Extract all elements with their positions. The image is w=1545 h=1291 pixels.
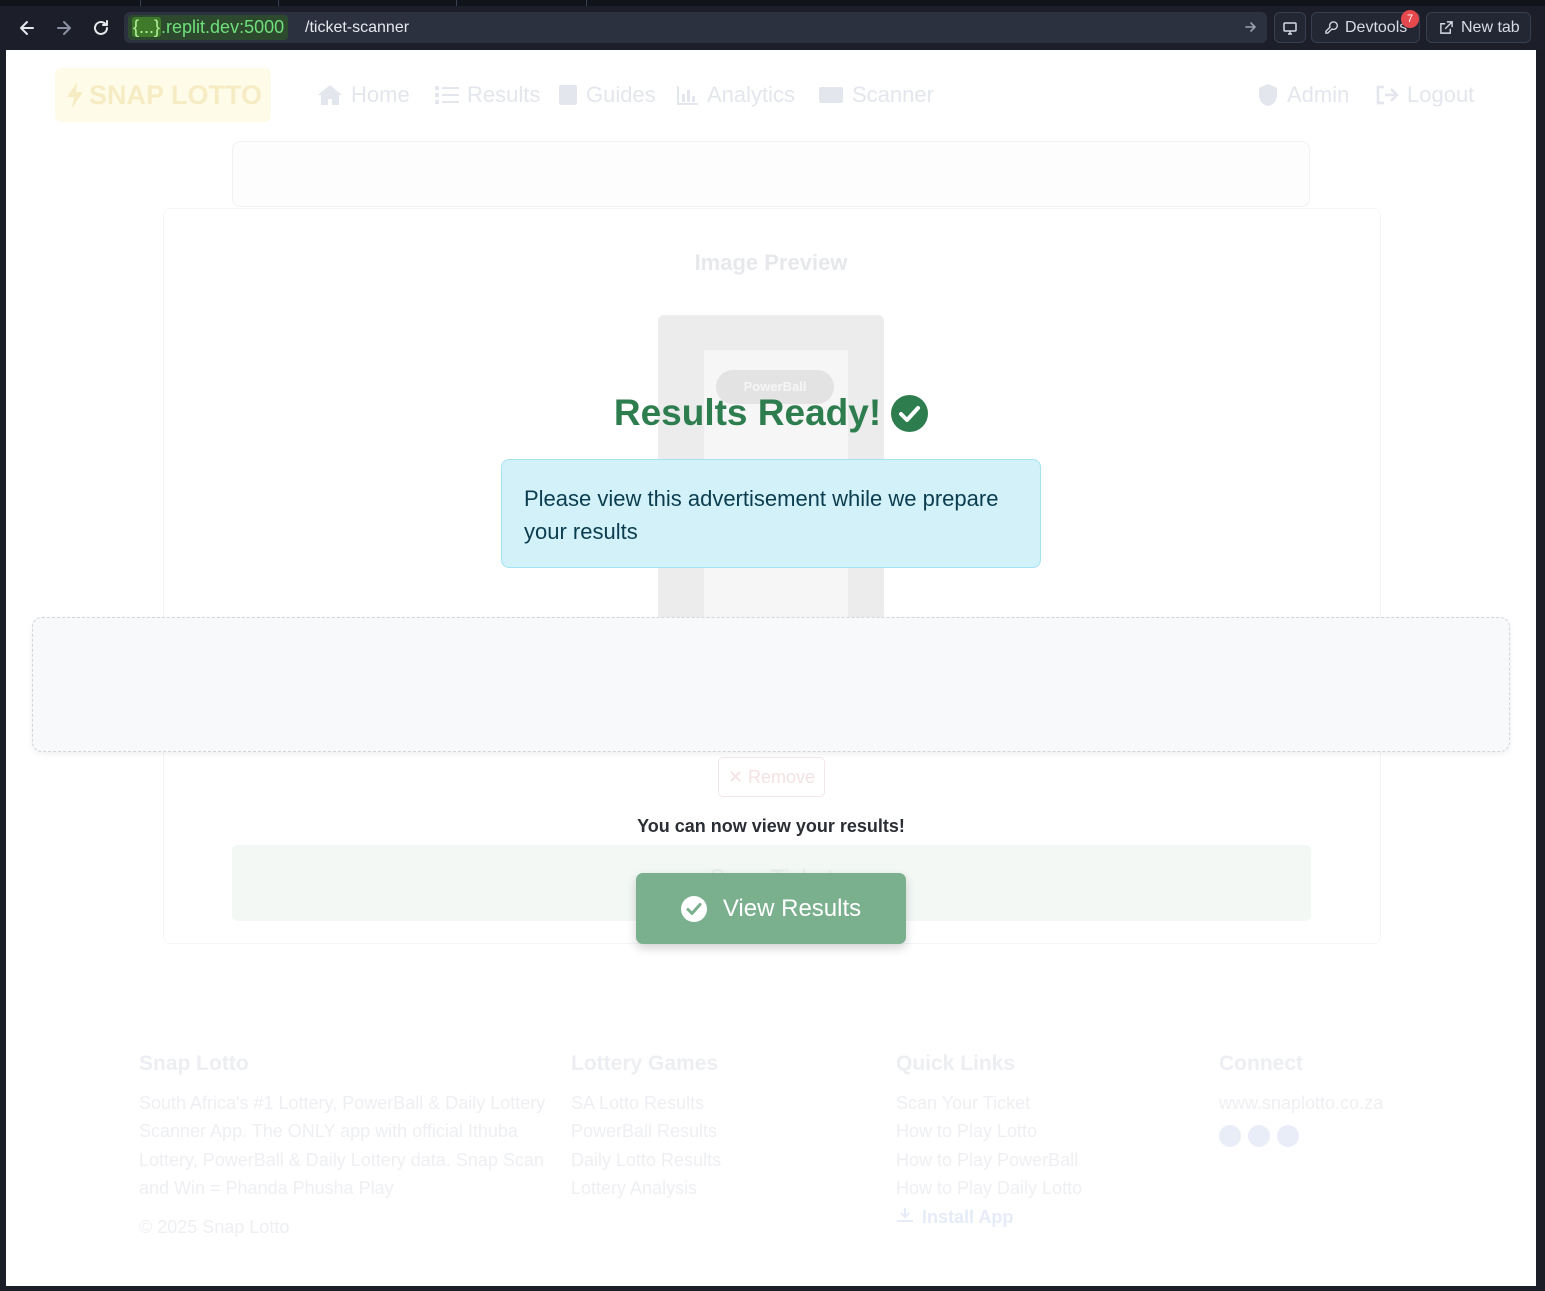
image-preview-title: Image Preview: [694, 250, 848, 275]
twitter-icon[interactable]: [1248, 1125, 1270, 1147]
nav-admin-label: Admin: [1287, 82, 1350, 107]
browser-toolbar: {...}.replit.dev:5000 /ticket-scanner De…: [0, 6, 1545, 50]
book-icon: [559, 85, 577, 105]
new-tab-button[interactable]: New tab: [1426, 12, 1531, 43]
footer-about: Snap Lotto South Africa's #1 Lottery, Po…: [139, 1050, 549, 1241]
footer-link[interactable]: How to Play Daily Lotto: [896, 1174, 1196, 1203]
nav-home[interactable]: Home: [317, 80, 410, 110]
advertisement-slot[interactable]: [32, 617, 1510, 752]
site-logo[interactable]: SNAP LOTTO: [55, 68, 271, 122]
facebook-icon[interactable]: [1219, 1125, 1241, 1147]
nav-results[interactable]: Results: [435, 80, 540, 110]
view-results-label: View Results: [722, 894, 862, 922]
external-link-icon: [1440, 21, 1453, 34]
url-path: /ticket-scanner: [305, 19, 410, 36]
bolt-icon: [67, 82, 83, 108]
info-card: [232, 141, 1310, 207]
footer-link[interactable]: How to Play PowerBall: [896, 1146, 1196, 1175]
footer-link[interactable]: Lottery Analysis: [571, 1174, 871, 1203]
install-app-label: Install App: [922, 1206, 1014, 1227]
advertisement-notice: Please view this advertisement while we …: [501, 459, 1041, 568]
results-ready-heading: Results Ready!: [6, 392, 1536, 434]
footer-quick-links: Quick Links Scan Your Ticket How to Play…: [896, 1050, 1196, 1231]
footer-connect-title: Connect: [1219, 1052, 1303, 1075]
nav-home-label: Home: [351, 82, 410, 107]
sign-out-icon: [1376, 85, 1399, 105]
remove-button[interactable]: ✕ Remove: [718, 757, 825, 797]
logo-text: SNAP LOTTO: [89, 79, 263, 110]
home-icon: [318, 85, 342, 105]
arrow-left-icon: [20, 21, 34, 35]
check-circle-icon: [680, 895, 707, 922]
url-host: {...}.replit.dev:5000: [128, 15, 289, 40]
download-icon: [897, 1207, 913, 1222]
device-preview-button[interactable]: [1274, 12, 1306, 43]
footer-link[interactable]: Scan Your Ticket: [896, 1089, 1196, 1118]
forward-button[interactable]: [51, 15, 77, 41]
chart-bar-icon: [677, 86, 698, 105]
nav-scanner-label: Scanner: [852, 82, 934, 107]
url-host-rest: .replit.dev:5000: [161, 17, 285, 37]
footer-connect: Connect www.snaplotto.co.za: [1219, 1050, 1499, 1156]
results-ready-message: You can now view your results!: [620, 801, 922, 845]
shield-icon: [1259, 84, 1277, 106]
go-arrow-icon[interactable]: [1243, 19, 1259, 35]
nav-admin[interactable]: Admin: [1257, 80, 1349, 110]
install-app-link[interactable]: Install App: [896, 1203, 1196, 1232]
footer-link[interactable]: How to Play Lotto: [896, 1117, 1196, 1146]
footer-copyright: © 2025 Snap Lotto: [139, 1216, 290, 1237]
view-results-button[interactable]: View Results: [636, 873, 906, 944]
footer-quick-title: Quick Links: [896, 1052, 1016, 1075]
nav-guides[interactable]: Guides: [558, 80, 656, 110]
footer-about-title: Snap Lotto: [139, 1052, 249, 1075]
reload-icon: [94, 20, 108, 35]
footer-link[interactable]: PowerBall Results: [571, 1117, 871, 1146]
footer-link[interactable]: Daily Lotto Results: [571, 1146, 871, 1175]
instagram-icon[interactable]: [1277, 1125, 1299, 1147]
results-ready-title: Results Ready!: [613, 392, 882, 433]
devtools-error-badge: 7: [1401, 10, 1419, 28]
check-circle-icon: [891, 394, 929, 432]
nav-logout[interactable]: Logout: [1375, 80, 1474, 110]
monitor-icon: [1283, 21, 1297, 35]
reload-button[interactable]: [88, 15, 114, 41]
nav-scanner[interactable]: Scanner: [818, 80, 934, 110]
address-bar[interactable]: {...}.replit.dev:5000 /ticket-scanner: [124, 12, 1267, 43]
nav-analytics-label: Analytics: [707, 82, 796, 107]
footer-games-title: Lottery Games: [571, 1052, 719, 1075]
devtools-button[interactable]: Devtools 7: [1311, 10, 1420, 43]
new-tab-label: New tab: [1461, 18, 1520, 36]
nav-guides-label: Guides: [586, 82, 656, 107]
arrow-right-icon: [57, 21, 71, 35]
nav-analytics[interactable]: Analytics: [677, 80, 795, 110]
url-host-brace: {...}: [132, 17, 162, 37]
devtools-label: Devtools: [1345, 18, 1408, 36]
footer-website-link[interactable]: www.snaplotto.co.za: [1219, 1089, 1499, 1118]
nav-results-label: Results: [467, 82, 541, 107]
footer-games: Lottery Games SA Lotto Results PowerBall…: [571, 1050, 871, 1203]
wrench-icon: [1325, 21, 1338, 34]
page-viewport: SNAP LOTTO Home Results Guides Analytics…: [6, 50, 1536, 1286]
footer-link[interactable]: SA Lotto Results: [571, 1089, 871, 1118]
ticket-icon: [819, 87, 843, 103]
back-button[interactable]: [14, 15, 40, 41]
footer-about-text: South Africa's #1 Lottery, PowerBall & D…: [139, 1092, 546, 1199]
nav-logout-label: Logout: [1407, 82, 1475, 107]
list-ol-icon: [435, 86, 459, 104]
